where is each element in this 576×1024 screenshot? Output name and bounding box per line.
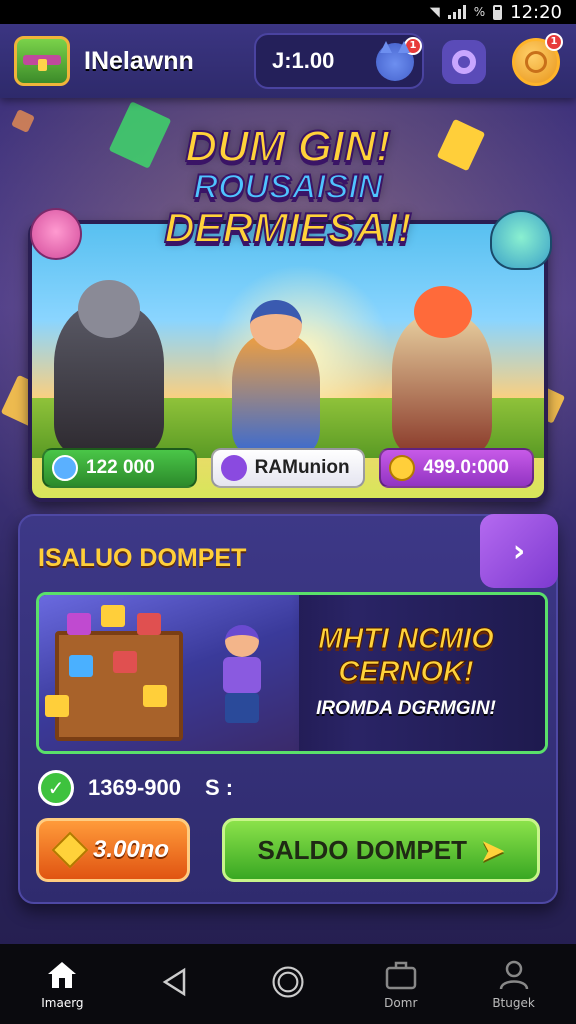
gift-icon <box>113 651 137 673</box>
profile-icon <box>497 958 531 992</box>
rabbit-warrior-character <box>54 280 164 454</box>
promo-illustration <box>39 595 299 751</box>
gift-icon <box>67 613 91 635</box>
amount-button[interactable]: 3.00no <box>36 818 190 882</box>
coin-button[interactable]: 1 <box>512 33 563 86</box>
bottom-nav: Imaerg Domr Btugek <box>0 944 576 1024</box>
status-bar: ◥ % 12:20 <box>0 0 576 24</box>
banner-title-line1: DUM GIN! <box>184 122 391 171</box>
signal-icon <box>447 5 466 19</box>
stat-gems[interactable]: 122 000 <box>42 448 197 488</box>
back-icon <box>158 965 192 999</box>
wifi-icon: ◥ <box>429 4 440 20</box>
stat-gems-value: 122 000 <box>86 457 155 478</box>
nav-back[interactable] <box>125 965 225 1003</box>
gift-icon <box>101 605 125 627</box>
balance-value: J:1.00 <box>272 48 335 73</box>
treasure-chest-icon[interactable] <box>14 36 70 86</box>
balance-pill[interactable]: J:1.00 1 <box>254 33 424 89</box>
nav-profile-label: Btugek <box>492 996 535 1010</box>
nav-profile[interactable]: Btugek <box>464 958 564 1010</box>
nav-home[interactable]: Imaerg <box>12 958 112 1010</box>
gift-icon <box>45 695 69 717</box>
nav-briefcase-label: Domr <box>384 996 418 1010</box>
promo-line1: MHTI NCMIO <box>318 622 495 655</box>
wallet-balance-row: ✓ 1369-900 S : <box>38 768 233 808</box>
amount-button-label: 3.00no <box>92 836 170 863</box>
chevron-right-icon: › <box>512 533 526 569</box>
nav-briefcase[interactable]: Domr <box>351 958 451 1010</box>
username: INelawnn <box>84 46 194 75</box>
crystal-icon <box>220 455 247 481</box>
notification-badge: 1 <box>404 37 422 55</box>
saldo-dompet-button[interactable]: SALDO DOMPET ➤ <box>222 818 540 882</box>
nav-home-circle[interactable] <box>238 965 338 1003</box>
hero-banner[interactable]: 122 000 RAMunion 499.0:000 <box>28 220 548 502</box>
hero-character <box>219 625 265 725</box>
wallet-card: ISALUO DOMPET › MHTI NCMIO CERNOK! IROMD… <box>18 514 558 904</box>
settings-button[interactable] <box>442 40 486 84</box>
stat-ramunion[interactable]: RAMunion <box>210 448 366 488</box>
gift-icon <box>69 655 93 677</box>
saldo-dompet-label: SALDO DOMPET <box>257 834 467 865</box>
wallet-title: ISALUO DOMPET <box>38 544 247 572</box>
gold-gem-icon <box>51 831 89 869</box>
flower-icon <box>452 50 476 74</box>
banner-stats: 122 000 RAMunion 499.0:000 <box>42 448 535 488</box>
wallet-balance-unit: S : <box>204 775 234 800</box>
battery-icon <box>493 4 503 20</box>
top-bar: INelawnn J:1.00 1 1 <box>0 24 576 98</box>
banner-title-line2: ROUSAISIN <box>193 168 384 207</box>
cat-icon[interactable]: 1 <box>376 37 422 81</box>
promo-line2: CERNOK! <box>338 656 474 689</box>
wallet-balance: 1369-900 <box>88 775 181 800</box>
stat-ramunion-value: RAMunion <box>254 457 350 478</box>
battery-percent: % <box>473 5 486 19</box>
promo-text: MHTI NCMIO CERNOK! IROMDA DGRMGIN! <box>281 622 531 720</box>
banner-title: DUM GIN! ROUSAISIN DERMIESAI! <box>0 122 576 251</box>
clock: 12:20 <box>510 1 562 23</box>
gift-icon <box>143 685 167 707</box>
promo-line3: IROMDA DGRMGIN! <box>316 697 496 719</box>
stat-coins[interactable]: 499.0:000 <box>379 448 535 488</box>
promo-banner[interactable]: MHTI NCMIO CERNOK! IROMDA DGRMGIN! <box>36 592 548 754</box>
home-circle-icon <box>271 965 305 999</box>
coin-icon <box>389 455 416 481</box>
briefcase-icon <box>384 958 418 992</box>
check-icon: ✓ <box>38 770 74 806</box>
next-arrow-button[interactable]: › <box>480 514 558 588</box>
notification-badge: 1 <box>545 33 563 51</box>
gnome-character <box>232 300 320 454</box>
arrow-right-icon: ➤ <box>480 834 505 866</box>
nav-home-label: Imaerg <box>41 996 84 1010</box>
banner-title-line3: DERMIESAI! <box>163 203 412 251</box>
stat-coins-value: 499.0:000 <box>423 457 509 478</box>
fox-character <box>392 286 492 454</box>
gift-icon <box>137 613 161 635</box>
gem-icon <box>52 455 78 481</box>
home-icon <box>45 958 79 992</box>
